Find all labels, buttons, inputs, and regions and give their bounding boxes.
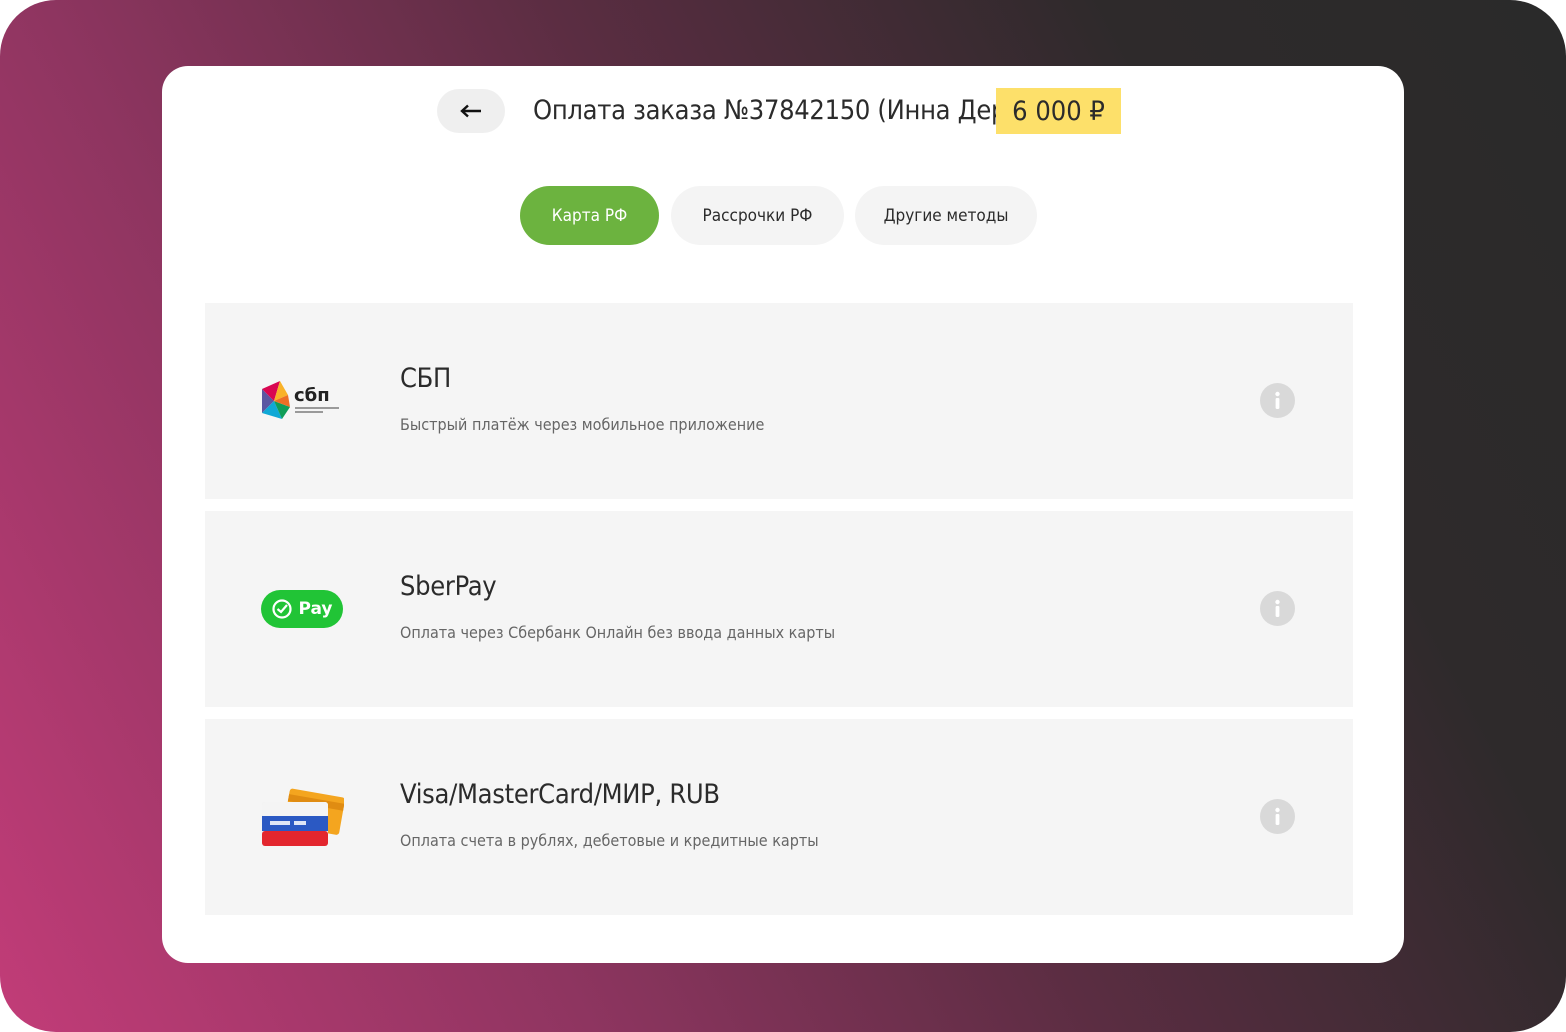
sberpay-logo: Pay [260, 579, 344, 639]
payment-method-sberpay[interactable]: Pay SberPay Оплата через Сбербанк Онлайн… [205, 511, 1353, 707]
tab-rassrochki-rf[interactable]: Рассрочки РФ [671, 186, 844, 245]
page-title: Оплата заказа №37842150 (Инна Дерр) [533, 95, 1031, 126]
arrow-left-icon [460, 104, 481, 118]
method-description: Оплата через Сбербанк Онлайн без ввода д… [400, 623, 836, 642]
bank-cards-icon [260, 787, 344, 847]
method-name: Visa/MasterCard/МИР, RUB [400, 779, 720, 810]
sbp-logo: сбп [260, 371, 344, 431]
info-icon[interactable] [1260, 383, 1295, 418]
tab-other-methods[interactable]: Другие методы [855, 186, 1037, 245]
info-icon[interactable] [1260, 799, 1295, 834]
back-button[interactable] [437, 89, 505, 133]
amount-badge: 6 000 ₽ [996, 88, 1121, 134]
method-description: Оплата счета в рублях, дебетовые и креди… [400, 831, 819, 850]
payment-card: Оплата заказа №37842150 (Инна Дерр) 6 00… [162, 66, 1404, 963]
method-description: Быстрый платёж через мобильное приложени… [400, 415, 765, 434]
sberpay-logo-text: Pay [298, 599, 333, 619]
payment-method-sbp[interactable]: сбп СБП Быстрый платёж через мобильное п… [205, 303, 1353, 499]
tab-karta-rf[interactable]: Карта РФ [520, 186, 659, 245]
method-name: СБП [400, 363, 452, 394]
method-name: SberPay [400, 571, 497, 602]
sber-check-icon [272, 599, 293, 619]
payment-method-bank-cards[interactable]: Visa/MasterCard/МИР, RUB Оплата счета в … [205, 719, 1353, 915]
svg-text:сбп: сбп [294, 385, 330, 406]
info-icon[interactable] [1260, 591, 1295, 626]
background-frame: Оплата заказа №37842150 (Инна Дерр) 6 00… [0, 0, 1566, 1032]
